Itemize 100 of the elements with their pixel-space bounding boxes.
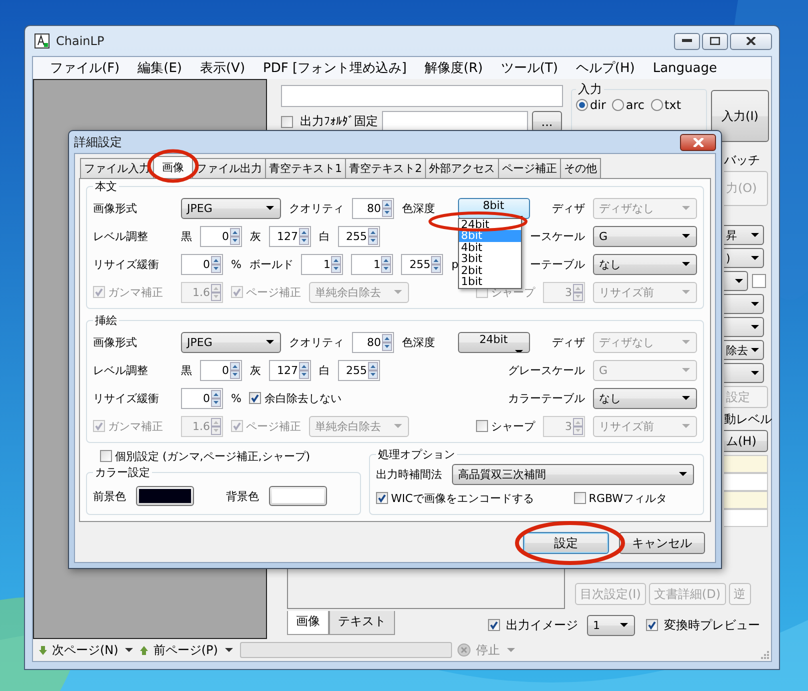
spinner-icon [211,284,221,300]
dropdown[interactable]: なし [593,388,697,408]
page-dropdown[interactable]: 1 [587,614,635,636]
radio-button[interactable] [576,99,588,111]
radio-label[interactable]: txt [664,98,682,112]
dropdown-option[interactable]: 2bit [459,264,484,276]
side-dropdown[interactable]: ) [724,248,764,268]
tab[interactable]: 青空テキスト2 [345,158,426,178]
checkbox[interactable] [752,274,766,288]
menu-item[interactable]: 編集(E) [128,59,191,77]
radio-label[interactable]: arc [626,98,645,112]
dropdown[interactable]: JPEG [181,332,281,352]
menu-item[interactable]: PDF [フォント埋め込み] [254,59,416,77]
checkbox-label[interactable]: 変換時プレビュー [664,616,760,634]
path-field[interactable] [281,85,563,107]
caret-icon [682,206,690,210]
tab[interactable]: その他 [560,158,601,178]
caret-icon[interactable] [125,648,134,652]
checkbox-label[interactable]: WICで画像をエンコードする [390,490,534,506]
dropdown[interactable]: G [593,226,697,246]
spin-field[interactable]: 0 [181,388,223,408]
side-dropdown[interactable]: 昇 [724,225,764,245]
dropdown[interactable]: 24bit [458,332,530,352]
menu-item[interactable]: ヘルプ(H) [566,59,644,77]
dropdown-option[interactable]: 3bit [459,253,484,264]
side-dropdown[interactable] [724,271,748,291]
previous-page-button[interactable]: 前ページ(P) [153,642,218,658]
minimize-button[interactable] [674,32,700,50]
menu-item[interactable]: 表示(V) [190,59,254,77]
checkbox[interactable] [574,492,586,504]
side-field[interactable] [724,491,768,509]
side-field[interactable] [724,473,768,491]
radio-button[interactable] [612,99,624,111]
tab[interactable]: テキスト [329,611,395,635]
side-button[interactable]: ム(H) [724,430,768,452]
spin-field[interactable]: 255 [338,360,380,380]
tab[interactable]: 外部アクセス [425,158,499,178]
checkbox[interactable] [646,619,658,631]
dropdown[interactable]: なし [593,254,697,274]
field-label: 灰 [250,228,261,244]
ok-button[interactable]: 設定 [523,532,609,554]
dropdown-option[interactable]: 4bit [459,242,484,253]
cancel-button[interactable]: キャンセル [619,532,705,554]
folder-field[interactable] [382,111,528,132]
checkbox-label[interactable]: RGBWフィルタ [588,490,667,506]
field-label: レベル調整 [93,228,149,244]
checkbox[interactable] [488,619,500,631]
tab[interactable]: 画像 [287,611,329,635]
spin-field[interactable]: 0 [200,360,242,380]
spin-field[interactable]: 127 [269,226,311,246]
maximize-button[interactable] [702,32,728,50]
checkbox[interactable] [376,492,388,504]
checkbox[interactable] [281,116,293,128]
caret-icon[interactable] [224,648,233,652]
spin-field[interactable]: 1 [301,254,344,274]
tab[interactable]: 青空テキスト1 [265,158,346,178]
input-button[interactable]: 入力(I) [711,90,769,142]
close-button[interactable] [680,134,716,150]
side-field[interactable] [724,455,768,473]
side-dropdown[interactable]: 除去 [724,340,764,360]
next-page-button[interactable]: 次ページ(N) [52,642,118,658]
spin-field[interactable]: 0 [200,226,242,246]
spin-field[interactable]: 255 [401,254,444,274]
checkbox[interactable] [476,420,488,432]
menu-item[interactable]: ツール(T) [492,59,567,77]
spin-field[interactable]: 80 [352,198,394,218]
checkbox-label[interactable]: 余白除去しない [264,390,342,406]
tab[interactable]: ページ補正 [498,158,561,178]
checkbox-label[interactable]: 出力ﾌｫﾙﾀﾞ固定 [300,113,378,130]
menu-item[interactable]: 解像度(R) [416,59,492,77]
checkbox-label[interactable]: シャープ [491,418,535,434]
caret-icon [620,623,628,627]
checkbox[interactable] [249,392,262,404]
checkbox[interactable] [100,450,112,462]
dropdown[interactable]: JPEG [181,198,281,218]
spinner-icon [382,334,392,350]
dropdown-option[interactable]: 24bit [459,218,492,230]
radio-button[interactable] [650,99,663,111]
field-label: % [231,258,242,270]
close-button[interactable] [730,32,772,50]
checkbox-label[interactable]: 出力イメージ [506,616,578,634]
spinner-icon [331,256,342,272]
dropdown[interactable]: 高品質双三次補間 [452,464,694,484]
tab[interactable]: 画像 [153,156,193,178]
checkbox-label[interactable]: 個別設定 (ガンマ,ページ補正,シャープ) [115,448,310,464]
menu-item[interactable]: Language [644,60,726,76]
group-title: カラー設定 [94,465,151,480]
field-label: 画像形式 [93,334,138,350]
spin-field[interactable]: 80 [352,332,394,352]
spin-field[interactable]: 0 [181,254,223,274]
menu-item[interactable]: ファイル(F) [41,59,129,77]
radio-label[interactable]: dir [590,98,606,112]
browse-button[interactable]: ... [532,111,562,132]
spin-field[interactable]: 255 [338,226,380,246]
field-label: レベル調整 [93,362,149,378]
spin-field[interactable]: 127 [269,360,311,380]
caret-icon [682,396,690,400]
spin-field[interactable]: 1 [351,254,394,274]
side-field[interactable] [724,509,768,527]
dropdown-option[interactable]: 1bit [459,276,484,288]
